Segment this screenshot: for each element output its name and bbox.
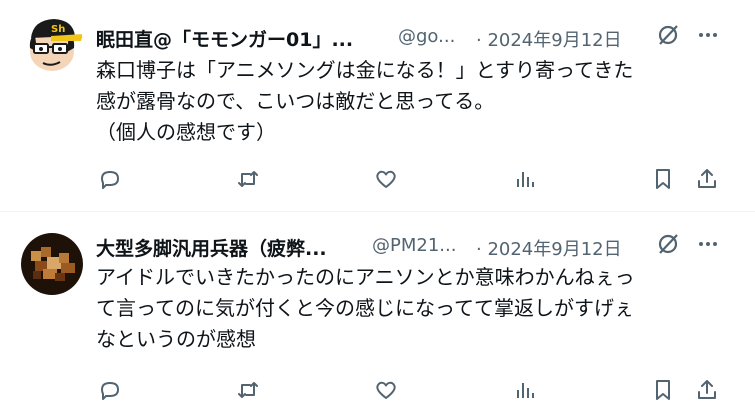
bookmark-icon[interactable]	[648, 164, 678, 194]
grok-icon[interactable]	[656, 23, 680, 47]
tweet-date[interactable]: · 2024年9月12日	[476, 235, 622, 261]
tweet-actions	[96, 164, 736, 194]
display-name[interactable]: 大型多脚汎用兵器（疲弊...	[96, 234, 327, 261]
more-icon[interactable]	[696, 232, 720, 256]
svg-text:Sh: Sh	[51, 24, 65, 35]
tweet-header: 大型多脚汎用兵器（疲弊... @PM21... · 2024年9月12日	[96, 232, 737, 260]
share-icon[interactable]	[692, 164, 722, 194]
tweet-header: 眠田直@「モモンガー01」... @go... · 2024年9月12日	[96, 23, 737, 51]
retweet-icon[interactable]	[233, 375, 263, 405]
bookmark-icon[interactable]	[648, 375, 678, 405]
avatar[interactable]	[21, 233, 83, 295]
reply-icon[interactable]	[95, 164, 125, 194]
user-handle[interactable]: @go...	[398, 26, 455, 47]
views-icon[interactable]	[510, 164, 540, 194]
timeline-feed: Sh 眠田直@「モモンガー01」... @go... · 2024年9月12日	[0, 0, 755, 415]
tweet-text: アイドルでいきたかったのにアニソンとか意味わかんねぇっ て言ってのに気が付くと今…	[96, 265, 635, 351]
heart-icon[interactable]	[371, 164, 401, 194]
tweet-text: 森口博子は「アニメソングは金になる！」とすり寄ってきた 感が露骨なので、こいつは…	[96, 58, 634, 144]
grok-icon[interactable]	[656, 232, 680, 256]
reply-icon[interactable]	[95, 375, 125, 405]
tweet[interactable]: Sh 眠田直@「モモンガー01」... @go... · 2024年9月12日	[0, 0, 755, 211]
user-handle[interactable]: @PM21...	[372, 235, 456, 256]
heart-icon[interactable]	[371, 375, 401, 405]
avatar[interactable]: Sh	[21, 12, 83, 74]
tweet[interactable]: 大型多脚汎用兵器（疲弊... @PM21... · 2024年9月12日 アイド…	[0, 212, 755, 415]
display-name[interactable]: 眠田直@「モモンガー01」...	[96, 25, 353, 52]
more-icon[interactable]	[696, 23, 720, 47]
tweet-actions	[96, 375, 736, 405]
retweet-icon[interactable]	[233, 164, 263, 194]
views-icon[interactable]	[510, 375, 540, 405]
share-icon[interactable]	[692, 375, 722, 405]
tweet-date[interactable]: · 2024年9月12日	[476, 26, 622, 52]
